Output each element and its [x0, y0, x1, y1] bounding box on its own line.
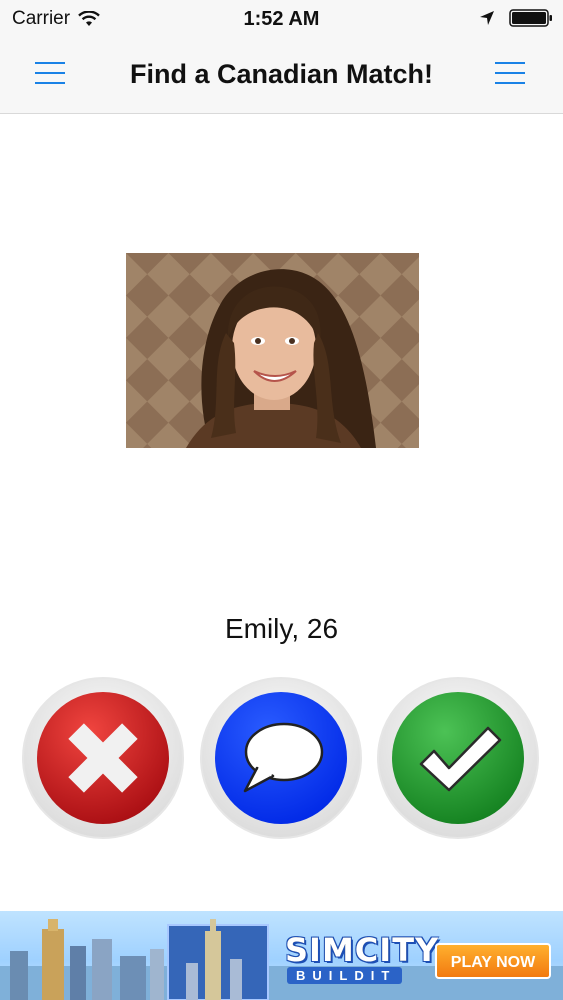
- ad-banner[interactable]: SIMCITY BUILDIT PLAY NOW: [0, 911, 563, 1000]
- location-arrow-icon: [480, 11, 494, 25]
- ad-brand: SIMCITY: [285, 931, 440, 969]
- page-title: Find a Canadian Match!: [129, 59, 434, 89]
- message-button[interactable]: [199, 676, 363, 840]
- right-menu-button[interactable]: [495, 60, 527, 88]
- status-bar: Carrier 1:52 AM: [0, 0, 563, 38]
- nav-bar: Find a Canadian Match!: [0, 38, 563, 114]
- dislike-button[interactable]: [21, 676, 185, 840]
- hamburger-menu-icon: [495, 62, 525, 64]
- status-right: [479, 9, 553, 27]
- ad-subbrand: BUILDIT: [287, 967, 403, 984]
- profile-photo[interactable]: [126, 253, 419, 448]
- like-button[interactable]: [376, 676, 540, 840]
- battery-icon: [509, 9, 552, 27]
- ad-play-now-button[interactable]: PLAY NOW: [435, 943, 551, 979]
- profile-name-age: Emily, 26: [224, 613, 339, 644]
